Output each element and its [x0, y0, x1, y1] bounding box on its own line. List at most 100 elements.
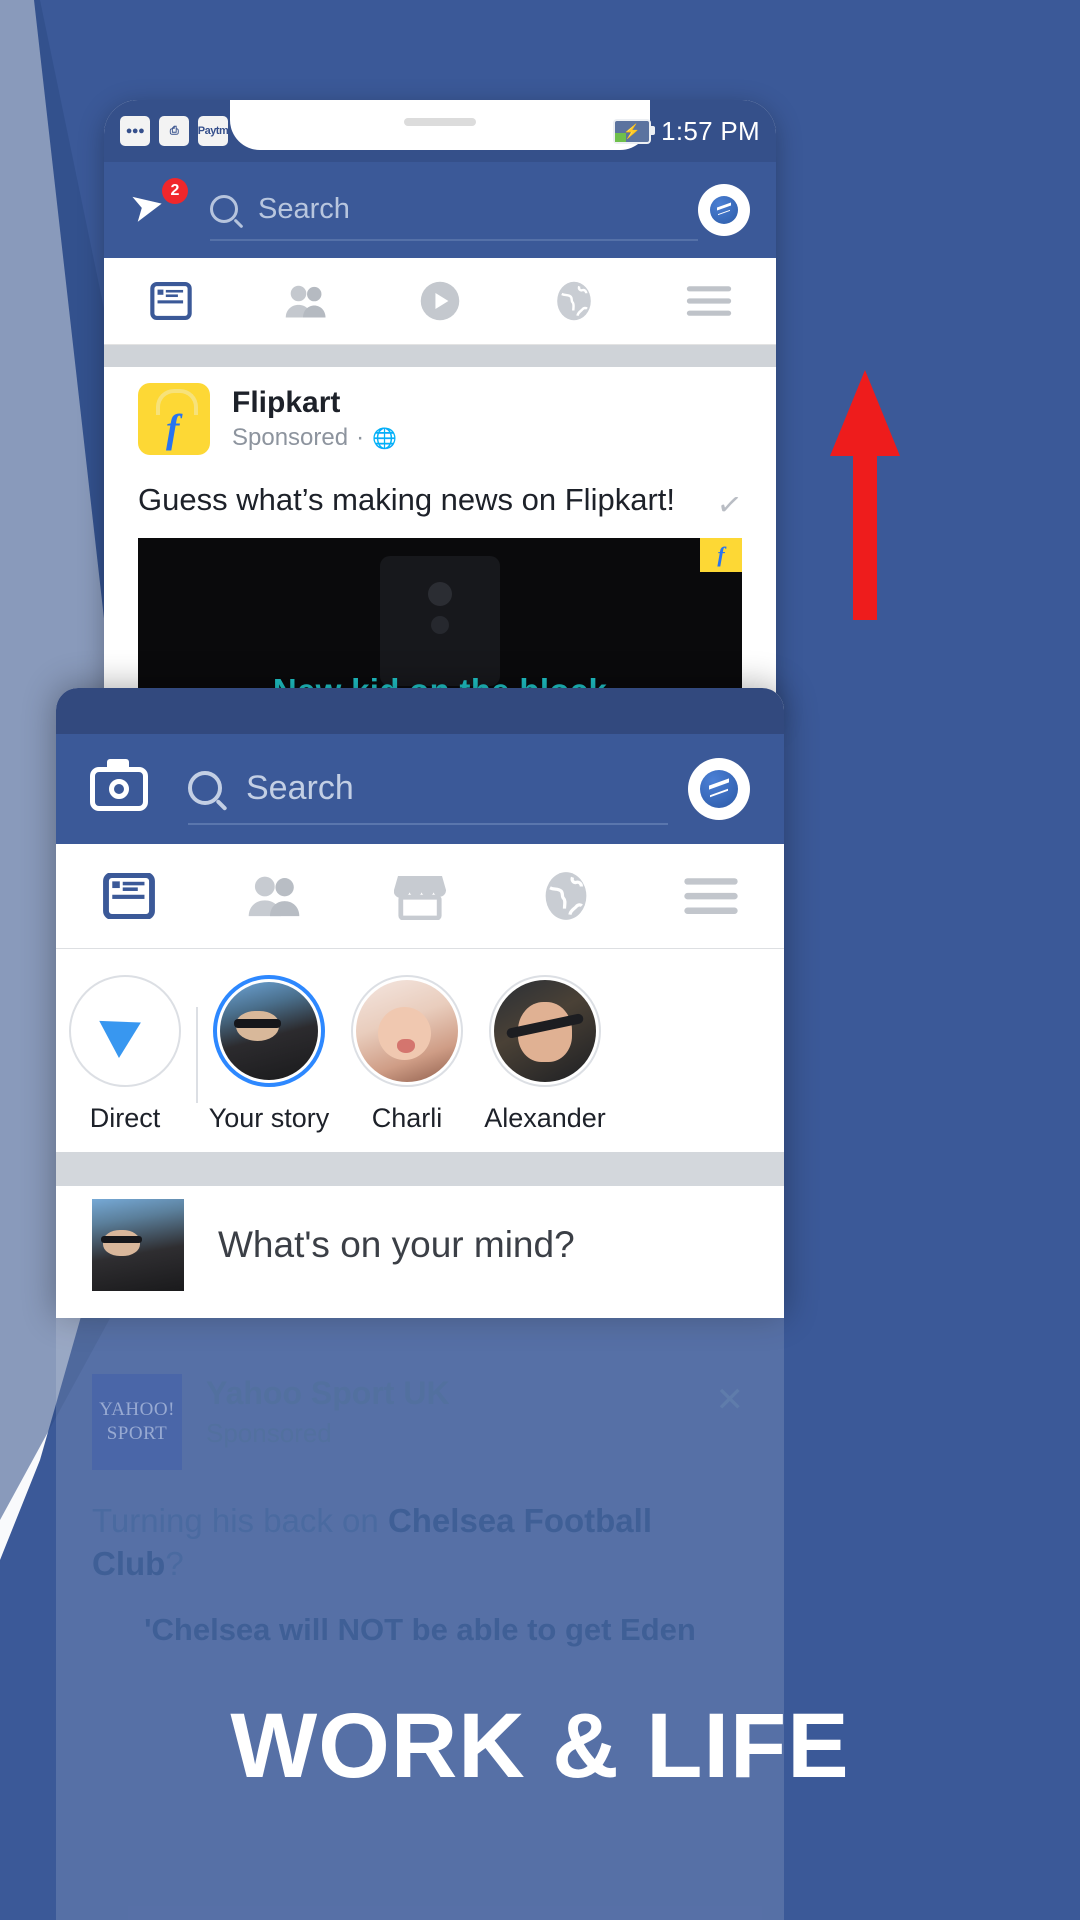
front-phone-top-strip — [56, 688, 784, 734]
story-thumbnail — [220, 982, 318, 1080]
status-bar: ●●● ⎙ Paytm ⚡ 1:57 PM — [104, 100, 776, 162]
news-feed-icon — [102, 873, 155, 919]
story-ring — [489, 975, 601, 1087]
body-prefix: Turning his back on — [92, 1502, 388, 1539]
bottom-post-body-line2: 'Chelsea will NOT be able to get Eden — [144, 1611, 696, 1647]
more-dots-icon: ●●● — [120, 116, 150, 146]
front-phone-tab-bar — [56, 844, 784, 949]
stories-tray[interactable]: Direct Your story Charli Alexander — [56, 949, 784, 1152]
body-suffix: ? — [165, 1544, 184, 1582]
globe-icon — [557, 281, 592, 321]
search-icon — [188, 771, 222, 805]
yahoo-sub-wordmark: SPORT — [106, 1423, 168, 1444]
rocket-icon[interactable]: ➤ 2 — [126, 178, 188, 236]
search-icon — [210, 195, 238, 223]
status-bar-right: ⚡ 1:57 PM — [613, 116, 760, 147]
screen-cast-icon: ⎙ — [159, 116, 189, 146]
post-subline: Sponsored · 🌐 — [232, 424, 397, 452]
tab-watch[interactable] — [373, 258, 507, 344]
post-header: f Flipkart Sponsored · 🌐 — [104, 383, 776, 455]
product-camera-shape — [428, 581, 452, 606]
messenger-icon[interactable] — [688, 758, 750, 820]
status-bar-time: 1:57 PM — [661, 115, 760, 146]
bottom-post-page-name[interactable]: Yahoo Sport UK — [206, 1374, 450, 1412]
play-circle-icon — [420, 281, 460, 321]
bottom-post-subline: Sponsored — [206, 1418, 332, 1449]
avatar[interactable] — [92, 1199, 184, 1291]
marketplace-store-icon — [393, 876, 446, 920]
story-label: Alexander — [484, 1103, 606, 1133]
tab-menu[interactable] — [638, 844, 784, 948]
flipkart-logo-icon[interactable]: f — [138, 383, 210, 455]
phone-notch — [230, 100, 650, 150]
status-composer[interactable]: What's on your mind? — [56, 1186, 784, 1304]
feed-separator-band — [104, 345, 776, 367]
story-item-alexander[interactable]: Alexander — [476, 975, 614, 1134]
battery-level-fill — [615, 132, 627, 142]
camera-icon[interactable] — [90, 759, 148, 811]
paytm-icon: Paytm — [198, 116, 228, 146]
messenger-glyph — [700, 770, 738, 808]
story-ring — [351, 975, 463, 1087]
search-input[interactable]: Search — [210, 179, 698, 241]
story-item-direct[interactable]: Direct — [56, 975, 194, 1134]
back-phone-top-bar: ➤ 2 Search — [104, 162, 776, 258]
globe-icon — [545, 872, 586, 920]
hamburger-menu-icon — [686, 286, 731, 316]
post-page-name[interactable]: Flipkart — [232, 386, 397, 421]
yahoo-logo-icon: YAHOO! SPORT — [92, 1374, 182, 1470]
front-phone-top-bar: Search — [56, 734, 784, 844]
headline-overlay: WORK & LIFE — [230, 1695, 850, 1797]
tab-news-feed[interactable] — [104, 258, 238, 344]
story-ring-unseen — [213, 975, 325, 1087]
tab-marketplace[interactable] — [347, 844, 493, 948]
tab-menu[interactable] — [642, 258, 776, 344]
notch-speaker-pill — [404, 118, 476, 126]
sponsored-post: f Flipkart Sponsored · 🌐 Guess what’s ma… — [104, 367, 776, 718]
post-meta: Flipkart Sponsored · 🌐 — [232, 386, 397, 453]
front-phone-screenshot: Search Direct Your story Charli Alexande… — [56, 688, 784, 1318]
story-label: Charli — [371, 1103, 443, 1133]
hamburger-menu-icon — [684, 878, 738, 914]
story-thumbnail — [356, 980, 458, 1082]
flipkart-f-glyph: f — [166, 406, 180, 451]
globe-icon: 🌐 — [372, 427, 397, 450]
bottom-post-body: Turning his back on Chelsea Football Clu… — [92, 1500, 748, 1586]
story-item-charli[interactable]: Charli — [338, 975, 476, 1134]
back-phone-screenshot: ●●● ⎙ Paytm ⚡ 1:57 PM ➤ 2 Search f Flipk… — [104, 100, 776, 720]
tab-globe[interactable] — [507, 258, 641, 344]
yahoo-logo-text: YAHOO! SPORT — [99, 1398, 175, 1446]
notification-badge: 2 — [162, 178, 188, 204]
back-phone-tab-bar — [104, 258, 776, 345]
close-icon[interactable]: ✕ — [716, 1380, 745, 1420]
battery-charging-icon: ⚡ — [613, 118, 656, 144]
news-feed-icon — [150, 282, 192, 320]
tab-news-feed[interactable] — [56, 844, 202, 948]
front-phone-bottom-edge — [56, 1304, 784, 1318]
story-label: Direct — [89, 1103, 161, 1133]
friends-icon — [249, 876, 300, 917]
story-thumbnail — [494, 980, 596, 1082]
camera-lens-shape — [109, 779, 129, 799]
composer-placeholder: What's on your mind? — [218, 1224, 575, 1265]
messenger-icon[interactable] — [698, 184, 750, 236]
tab-friends[interactable] — [238, 258, 372, 344]
story-label: Your story — [208, 1103, 330, 1133]
subline-separator: · — [356, 424, 365, 452]
flipkart-corner-badge: f — [700, 537, 742, 572]
yahoo-wordmark: YAHOO! — [99, 1399, 175, 1421]
bottom-post-meta: Yahoo Sport UK Sponsored — [206, 1374, 450, 1449]
story-ring — [69, 975, 181, 1087]
product-sensor-shape — [431, 615, 449, 634]
post-body-text: Guess what’s making news on Flipkart! — [138, 482, 675, 517]
search-input[interactable]: Search — [188, 753, 668, 825]
sponsored-label: Sponsored — [232, 424, 349, 452]
checkmark-icon: ✓ — [714, 487, 745, 524]
story-item-your-story[interactable]: Your story — [200, 975, 338, 1134]
tab-globe[interactable] — [493, 844, 639, 948]
bottom-post-header: YAHOO! SPORT Yahoo Sport UK Sponsored — [92, 1374, 748, 1470]
stories-divider — [196, 1006, 198, 1103]
search-placeholder: Search — [246, 768, 354, 807]
messenger-glyph — [710, 196, 738, 224]
tab-friends[interactable] — [202, 844, 348, 948]
